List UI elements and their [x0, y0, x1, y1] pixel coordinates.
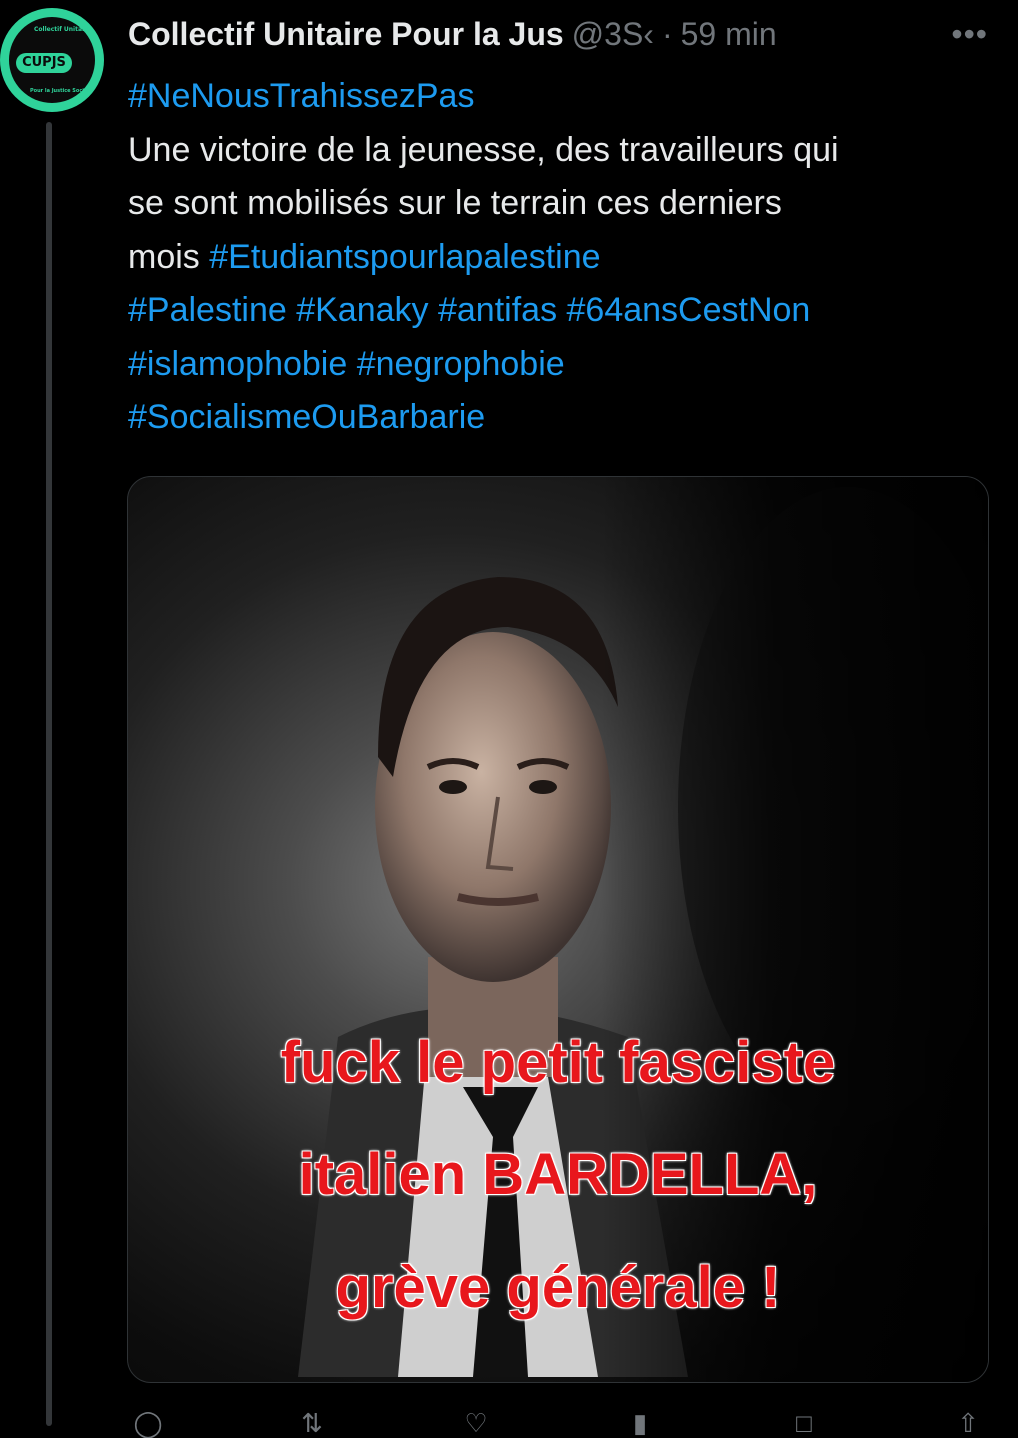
retweet-icon[interactable]: ⇅: [292, 1410, 332, 1436]
views-icon[interactable]: ▮: [620, 1410, 660, 1436]
image-illustration: [128, 477, 988, 1382]
author-name[interactable]: Collectif Unitaire Pour la Jus: [128, 16, 564, 53]
tweet-text-line: #NeNousTrahissezPas: [128, 70, 988, 124]
tweet-text-line: Une victoire de la jeunesse, des travail…: [128, 124, 988, 178]
like-icon[interactable]: ♡: [456, 1410, 496, 1436]
hashtag-link[interactable]: #Etudiantspourlapalestine: [209, 238, 600, 276]
avatar-ring-top: Collectif Unitaire: [34, 26, 92, 33]
share-icon[interactable]: ⇧: [948, 1410, 988, 1436]
image-caption-line-3: grève générale !: [335, 1255, 781, 1320]
avatar-badge: CUPJS: [16, 53, 72, 73]
tweet-text-line: #Palestine #Kanaky #antifas #64ansCestNo…: [128, 284, 988, 338]
tweet-text-line: se sont mobilisés sur le terrain ces der…: [128, 177, 988, 231]
tweet-body-text: mois: [128, 237, 210, 276]
tweet-text-line: #SocialismeOuBarbarie: [128, 391, 988, 445]
hashtag-link[interactable]: #NeNousTrahissezPas: [128, 77, 474, 115]
hashtag-link[interactable]: #islamophobie #negrophobie: [128, 345, 565, 383]
tweet-text-line: #islamophobie #negrophobie: [128, 338, 988, 392]
tweet-image[interactable]: fuck le petit fasciste italien BARDELLA,…: [127, 476, 989, 1383]
tweet-text: #NeNousTrahissezPas Une victoire de la je…: [128, 70, 988, 445]
author-handle[interactable]: @3S‹: [572, 16, 654, 53]
bookmark-icon[interactable]: □: [784, 1410, 824, 1436]
more-options-icon[interactable]: •••: [951, 16, 988, 53]
tweet-header: Collectif Unitaire Pour la Jus @3S‹ · 59…: [128, 12, 988, 56]
hashtag-link[interactable]: #SocialismeOuBarbarie: [128, 398, 485, 436]
timestamp[interactable]: 59 min: [681, 16, 777, 53]
thread-line: [46, 122, 52, 1426]
tweet-body-text: se sont mobilisés sur le terrain ces der…: [128, 184, 782, 222]
hashtag-link[interactable]: #Palestine #Kanaky #antifas #64ansCestNo…: [128, 291, 810, 329]
avatar[interactable]: Collectif Unitaire CUPJS Pour la Justice…: [0, 8, 104, 112]
tweet-body-text: Une victoire de la jeunesse, des travail…: [128, 130, 839, 169]
avatar-ring-bottom: Pour la Justice Sociale: [30, 88, 93, 94]
reply-icon[interactable]: ◯: [128, 1410, 168, 1436]
image-caption-line-1: fuck le petit fasciste: [280, 1030, 836, 1095]
tweet-text-line: mois #Etudiantspourlapalestine: [128, 231, 988, 285]
separator-dot: ·: [661, 15, 673, 52]
action-bar: ◯ ⇅ ♡ ▮ □ ⇧: [128, 1410, 988, 1436]
image-caption-line-2: italien BARDELLA,: [298, 1142, 818, 1207]
